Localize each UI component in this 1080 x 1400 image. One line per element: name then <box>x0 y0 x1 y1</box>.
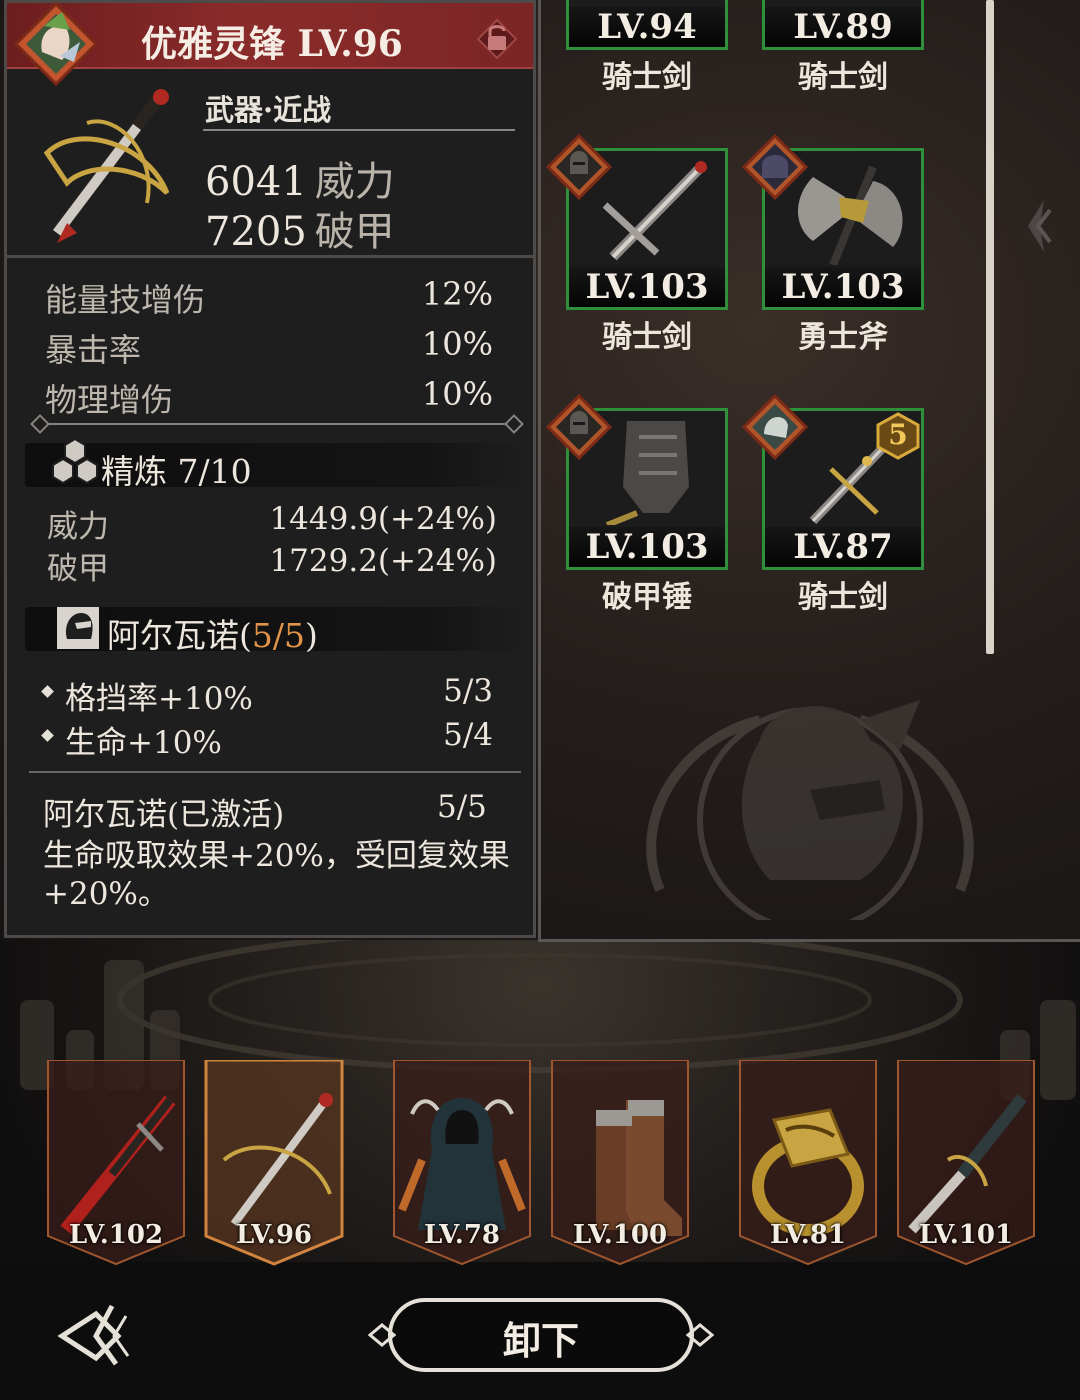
unequip-button[interactable]: 卸下 <box>366 1296 716 1376</box>
slot-level: LV.78 <box>423 1220 501 1250</box>
slot-level: LV.100 <box>572 1220 668 1250</box>
unequip-label: 卸下 <box>502 1318 579 1363</box>
hooded-cloak-icon <box>398 1098 526 1230</box>
refine-icon <box>52 437 98 485</box>
equipped-slot[interactable]: LV.100 <box>550 1060 690 1266</box>
equipped-slot[interactable]: LV.96 <box>204 1060 344 1266</box>
refine-header: 精炼 7/10 <box>25 437 527 491</box>
set-name: 阿尔瓦诺(5/5) <box>107 616 318 655</box>
weapon-image <box>27 83 187 251</box>
ornament-divider <box>37 423 517 425</box>
hero-portrait-badge <box>546 134 612 200</box>
divider <box>29 771 521 773</box>
dagger-icon <box>908 1094 1027 1234</box>
knight-helmet-emblem-icon <box>646 700 974 920</box>
item-level: LV.103 <box>585 527 709 567</box>
bullet-icon <box>41 685 54 698</box>
item-name: 破甲锤 <box>602 580 692 615</box>
set-bonus-row: 格挡率+10% 5/3 <box>41 673 493 717</box>
sub-stat-row: 物理增伤 10% <box>45 375 493 419</box>
set-active-name: 阿尔瓦诺(已激活) <box>43 797 285 833</box>
star-level-badge: 5 <box>874 412 922 460</box>
item-level: LV.94 <box>597 7 697 47</box>
item-level: LV.89 <box>793 7 893 47</box>
item-category: 武器·近战 <box>205 93 332 127</box>
set-bonus-row: 生命+10% 5/4 <box>41 717 493 761</box>
slot-level: LV.101 <box>918 1220 1014 1250</box>
slot-level: LV.102 <box>68 1220 164 1250</box>
rapier-icon <box>222 1093 333 1227</box>
ring-icon <box>752 1108 864 1236</box>
back-arrow-icon[interactable] <box>56 1300 140 1370</box>
side-arrow-icon[interactable] <box>1020 196 1060 256</box>
item-title: 优雅灵锋 LV.96 <box>141 23 403 65</box>
item-name: 骑士剑 <box>798 60 888 95</box>
refine-stat-row: 破甲 1729.2(+24%) <box>47 543 497 587</box>
refine-label: 精炼 7/10 <box>101 452 252 491</box>
sub-stat-row: 暴击率 10% <box>45 325 493 369</box>
item-level: LV.103 <box>781 267 905 307</box>
item-name: 骑士剑 <box>602 60 692 95</box>
equipped-slot[interactable]: LV.102 <box>46 1060 186 1266</box>
item-level: LV.87 <box>793 527 893 567</box>
slot-level: LV.81 <box>769 1220 847 1250</box>
lock-icon[interactable] <box>477 19 517 59</box>
slot-level: LV.96 <box>235 1220 313 1250</box>
boots-icon <box>596 1100 682 1236</box>
inventory-scrollbar[interactable] <box>986 0 994 654</box>
hero-portrait-badge <box>742 134 808 200</box>
item-name: 骑士剑 <box>602 320 692 355</box>
hero-portrait-badge <box>546 394 612 460</box>
set-header: 阿尔瓦诺(5/5) <box>25 607 527 655</box>
hero-portrait-icon <box>14 2 98 86</box>
item-name: 骑士剑 <box>798 580 888 615</box>
sub-stat-row: 能量技增伤 12% <box>45 275 493 319</box>
main-stat-pierce: 7205 破甲 <box>205 209 395 255</box>
divider <box>203 129 515 131</box>
set-effect-text: 生命吸取效果+20%，受回复效果+20%。 <box>43 838 510 912</box>
knight-helmet-icon <box>57 607 99 649</box>
divider <box>7 255 533 258</box>
equipped-slot[interactable]: LV.78 <box>392 1060 532 1266</box>
equipped-slot[interactable]: LV.81 <box>738 1060 878 1266</box>
bullet-icon <box>41 729 54 742</box>
set-active-count: 5/5 <box>437 789 487 825</box>
item-name: 勇士斧 <box>798 320 888 355</box>
item-detail-panel: 优雅灵锋 LV.96 武器·近战 6041 威力 7205 破甲 能量技增伤 12%… <box>4 0 536 938</box>
refine-stat-row: 威力 1449.9(+24%) <box>47 501 497 545</box>
hero-portrait-badge <box>742 394 808 460</box>
equipped-slot[interactable]: LV.101 <box>896 1060 1036 1266</box>
red-blade-icon <box>60 1095 176 1235</box>
item-level: LV.103 <box>585 267 709 307</box>
